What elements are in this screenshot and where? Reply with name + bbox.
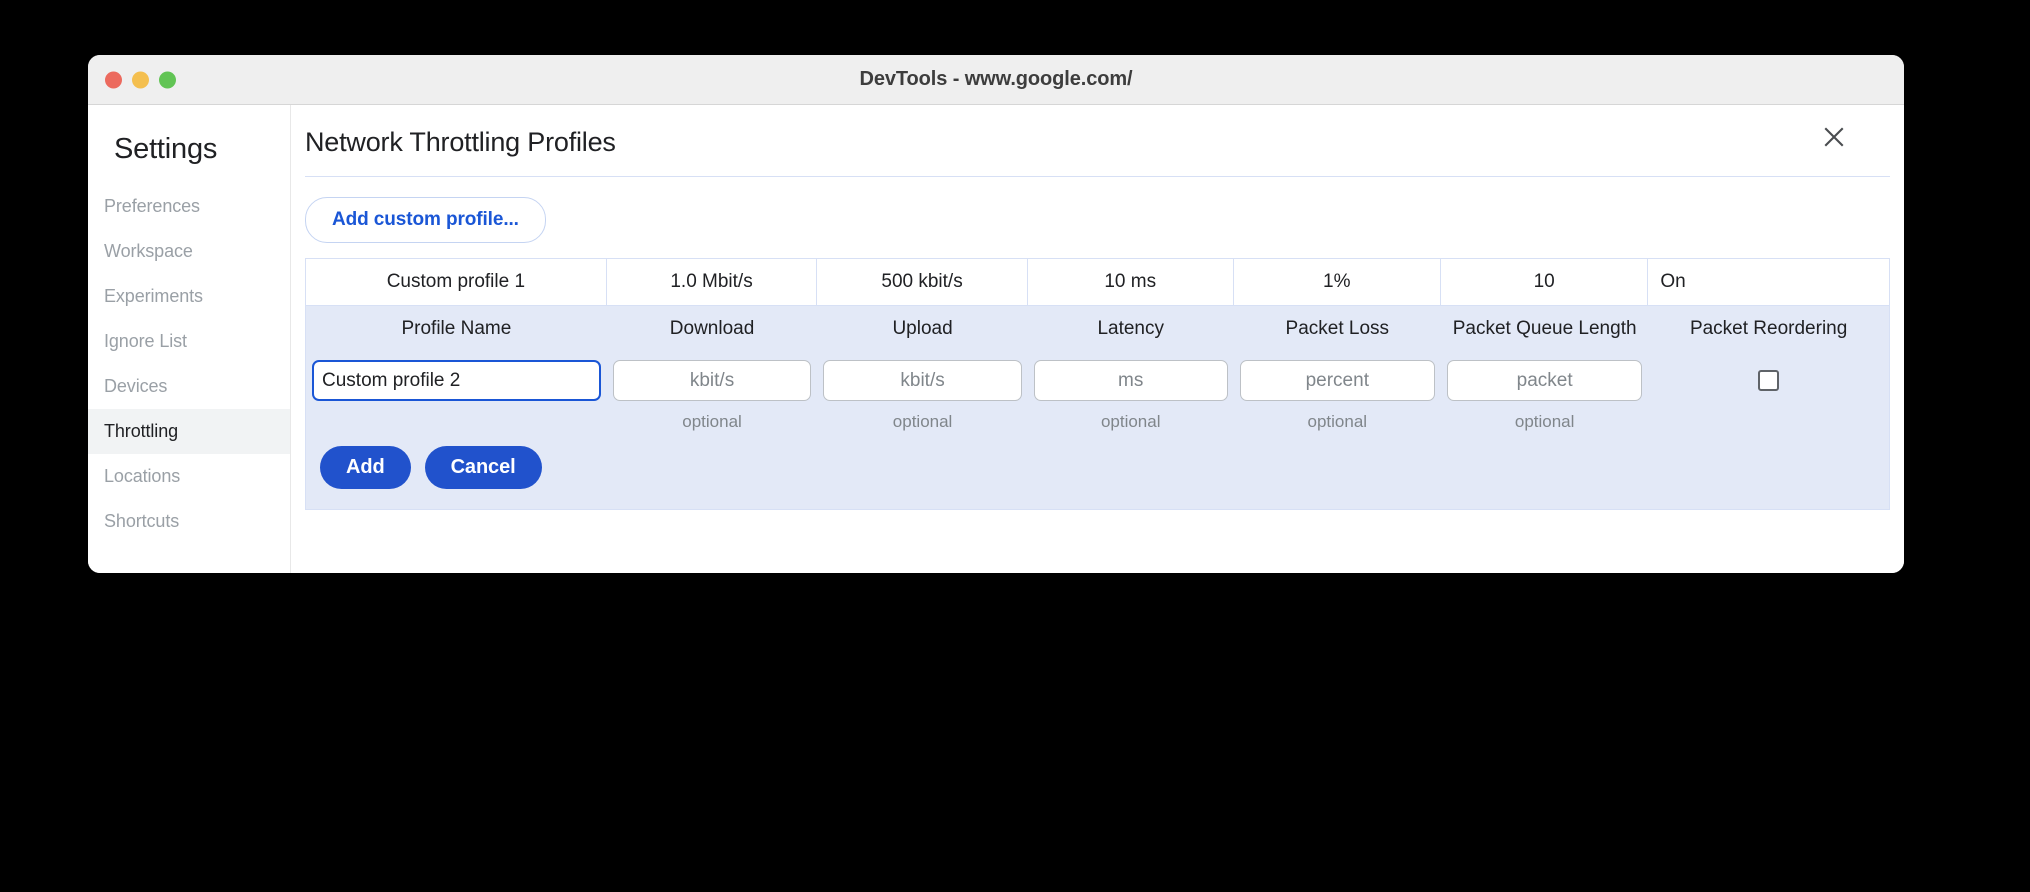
sidebar-item-throttling[interactable]: Throttling xyxy=(88,409,290,454)
close-icon xyxy=(1824,127,1844,147)
cell-download: 1.0 Mbit/s xyxy=(607,259,818,305)
download-input[interactable] xyxy=(612,360,812,402)
packet-queue-length-input[interactable] xyxy=(1446,360,1643,402)
sidebar-item-experiments[interactable]: Experiments xyxy=(88,274,290,319)
latency-input[interactable] xyxy=(1033,360,1228,402)
field-group-profile-name xyxy=(306,360,607,432)
packet-reordering-checkbox[interactable] xyxy=(1758,370,1780,392)
add-custom-profile-button[interactable]: Add custom profile... xyxy=(305,197,546,243)
settings-sidebar: Settings Preferences Workspace Experimen… xyxy=(88,105,291,573)
cell-profile-name: Custom profile 1 xyxy=(306,259,607,305)
column-header-download: Download xyxy=(669,318,755,339)
column-header-packet-loss: Packet Loss xyxy=(1285,318,1390,339)
title-divider xyxy=(305,176,1890,177)
devtools-window: DevTools - www.google.com/ Settings Pref… xyxy=(88,55,1904,573)
window-title: DevTools - www.google.com/ xyxy=(859,68,1133,90)
field-group-latency: optional xyxy=(1028,360,1234,432)
table-header-row: Profile Name Download Upload Latency Pac… xyxy=(306,306,1889,353)
packet-loss-hint: optional xyxy=(1307,412,1368,432)
sidebar-item-preferences[interactable]: Preferences xyxy=(88,184,290,229)
maximize-window-icon[interactable] xyxy=(159,71,176,88)
cell-packet-reordering: On xyxy=(1660,271,1686,292)
cell-packet-queue-length: 10 xyxy=(1441,259,1649,305)
field-group-upload: optional xyxy=(817,360,1028,432)
window-titlebar: DevTools - www.google.com/ xyxy=(88,55,1904,105)
packet-loss-input[interactable] xyxy=(1239,360,1435,402)
column-header-packet-reordering: Packet Reordering xyxy=(1689,318,1848,339)
field-group-download: optional xyxy=(607,360,818,432)
sidebar-item-ignore-list[interactable]: Ignore List xyxy=(88,319,290,364)
column-header-packet-queue-length: Packet Queue Length xyxy=(1452,318,1637,339)
sidebar-item-workspace[interactable]: Workspace xyxy=(88,229,290,274)
page-title: Network Throttling Profiles xyxy=(305,127,616,157)
cell-latency: 10 ms xyxy=(1028,259,1234,305)
settings-main-panel: Network Throttling Profiles Add custom p… xyxy=(291,105,1904,573)
packet-queue-length-hint: optional xyxy=(1514,412,1575,432)
sidebar-item-devices[interactable]: Devices xyxy=(88,364,290,409)
latency-hint: optional xyxy=(1100,412,1161,432)
field-group-packet-reordering xyxy=(1648,360,1889,432)
traffic-light-controls xyxy=(105,71,176,88)
column-header-profile-name: Profile Name xyxy=(401,318,512,339)
sidebar-item-locations[interactable]: Locations xyxy=(88,454,290,499)
table-row: Custom profile 1 1.0 Mbit/s 500 kbit/s 1… xyxy=(306,259,1889,306)
new-profile-input-row: optional optional optional optional xyxy=(306,352,1889,433)
cell-packet-loss: 1% xyxy=(1234,259,1441,305)
sidebar-title: Settings xyxy=(114,133,218,165)
field-group-packet-queue-length: optional xyxy=(1441,360,1648,432)
cell-upload: 500 kbit/s xyxy=(817,259,1028,305)
close-settings-button[interactable] xyxy=(1817,120,1851,154)
cancel-button[interactable]: Cancel xyxy=(424,446,542,490)
upload-input[interactable] xyxy=(823,360,1022,402)
field-group-packet-loss: optional xyxy=(1234,360,1441,432)
minimize-window-icon[interactable] xyxy=(132,71,149,88)
throttling-profiles-table: Custom profile 1 1.0 Mbit/s 500 kbit/s 1… xyxy=(305,258,1890,511)
close-window-icon[interactable] xyxy=(105,71,122,88)
profile-name-input[interactable] xyxy=(312,360,601,402)
new-profile-actions: Add Cancel xyxy=(306,432,1889,511)
download-hint: optional xyxy=(682,412,742,432)
settings-body: Settings Preferences Workspace Experimen… xyxy=(88,105,1904,573)
column-header-latency: Latency xyxy=(1097,318,1164,339)
column-header-upload: Upload xyxy=(892,318,953,339)
add-button[interactable]: Add xyxy=(320,446,411,490)
upload-hint: optional xyxy=(892,412,953,432)
sidebar-item-shortcuts[interactable]: Shortcuts xyxy=(88,499,290,544)
